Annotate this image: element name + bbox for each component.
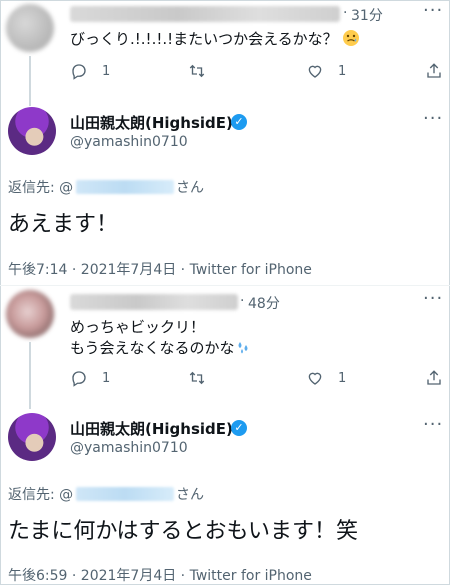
tweet-time[interactable]: 48分 [248, 293, 280, 313]
tweet-timestamp[interactable]: 午後7:14 · 2021年7月4日 · Twitter for iPhone [8, 259, 312, 279]
dot-separator: · [343, 5, 348, 21]
tweet-text-line-1: めっちゃビックリ！ [70, 318, 206, 336]
tweet-text: びっくり.!.!.!.!またいつか会えるかな？ [70, 29, 430, 52]
more-icon[interactable]: ··· [423, 0, 443, 21]
divider [0, 285, 450, 286]
emoji-icon [342, 29, 360, 52]
like-button[interactable]: 1 [306, 369, 346, 387]
replying-suffix: さん [176, 487, 204, 503]
like-count: 1 [338, 370, 347, 386]
like-icon [308, 65, 322, 78]
tweet-timestamp[interactable]: 午後6:59 · 2021年7月4日 · Twitter for iPhone [8, 565, 312, 585]
reply-icon [72, 371, 86, 387]
reply-button[interactable]: 1 [70, 62, 110, 80]
replying-to: 返信先: @ [8, 177, 73, 197]
replying-suffix: さん [176, 180, 204, 196]
display-name[interactable]: 山田親太朗(HighsidE) [70, 112, 233, 133]
retweet-button[interactable] [188, 62, 206, 80]
more-icon[interactable]: ··· [423, 414, 443, 435]
tweet-actions: 1 1 [70, 369, 445, 391]
reply-count: 1 [102, 370, 111, 386]
avatar[interactable] [6, 290, 54, 338]
verified-badge-icon: ✓ [231, 114, 247, 130]
author-name-blurred[interactable] [70, 294, 238, 310]
verified-badge-icon: ✓ [231, 420, 247, 436]
tweet-text: たまに何かはするとおもいます！笑 [8, 519, 359, 544]
retweet-button[interactable] [188, 369, 206, 387]
retweet-icon [189, 371, 205, 385]
user-handle[interactable]: @yamashin0710 [70, 134, 188, 150]
retweet-icon [189, 64, 205, 78]
replying-to: 返信先: @ [8, 484, 73, 504]
tweet-text-content: もう会えなくなるのかな [70, 339, 235, 357]
avatar[interactable] [8, 107, 56, 155]
share-icon [427, 63, 441, 78]
avatar[interactable] [8, 413, 56, 461]
mention-link-blurred[interactable] [76, 487, 174, 501]
like-button[interactable]: 1 [306, 62, 346, 80]
share-button[interactable] [425, 369, 443, 387]
reply-count: 1 [102, 63, 111, 79]
reply-icon [72, 64, 86, 80]
more-icon[interactable]: ··· [423, 288, 443, 309]
mention-link-blurred[interactable] [76, 180, 174, 194]
tweet-actions: 1 1 [70, 62, 445, 84]
avatar[interactable] [6, 4, 54, 52]
tweet-text-content: びっくり.!.!.!.!またいつか会えるかな？ [70, 30, 338, 48]
thread-line [29, 342, 31, 409]
reply-button[interactable]: 1 [70, 369, 110, 387]
tweet-text-line-2: もう会えなくなるのかな [70, 338, 251, 358]
like-count: 1 [338, 63, 347, 79]
tweet-text: あえます！ [8, 212, 119, 237]
thread-line [29, 56, 31, 106]
display-name[interactable]: 山田親太朗(HighsidE) [70, 418, 233, 439]
author-name-blurred[interactable] [70, 6, 340, 22]
more-icon[interactable]: ··· [423, 108, 443, 129]
user-handle[interactable]: @yamashin0710 [70, 440, 188, 456]
dot-separator: · [240, 293, 245, 309]
share-icon [427, 370, 441, 385]
tweet-time[interactable]: 31分 [351, 5, 383, 25]
replying-label: 返信先: @ [8, 487, 74, 503]
replying-label: 返信先: @ [8, 180, 74, 196]
like-icon [308, 372, 322, 385]
share-button[interactable] [425, 62, 443, 80]
sweat-droplets-icon [235, 339, 251, 355]
